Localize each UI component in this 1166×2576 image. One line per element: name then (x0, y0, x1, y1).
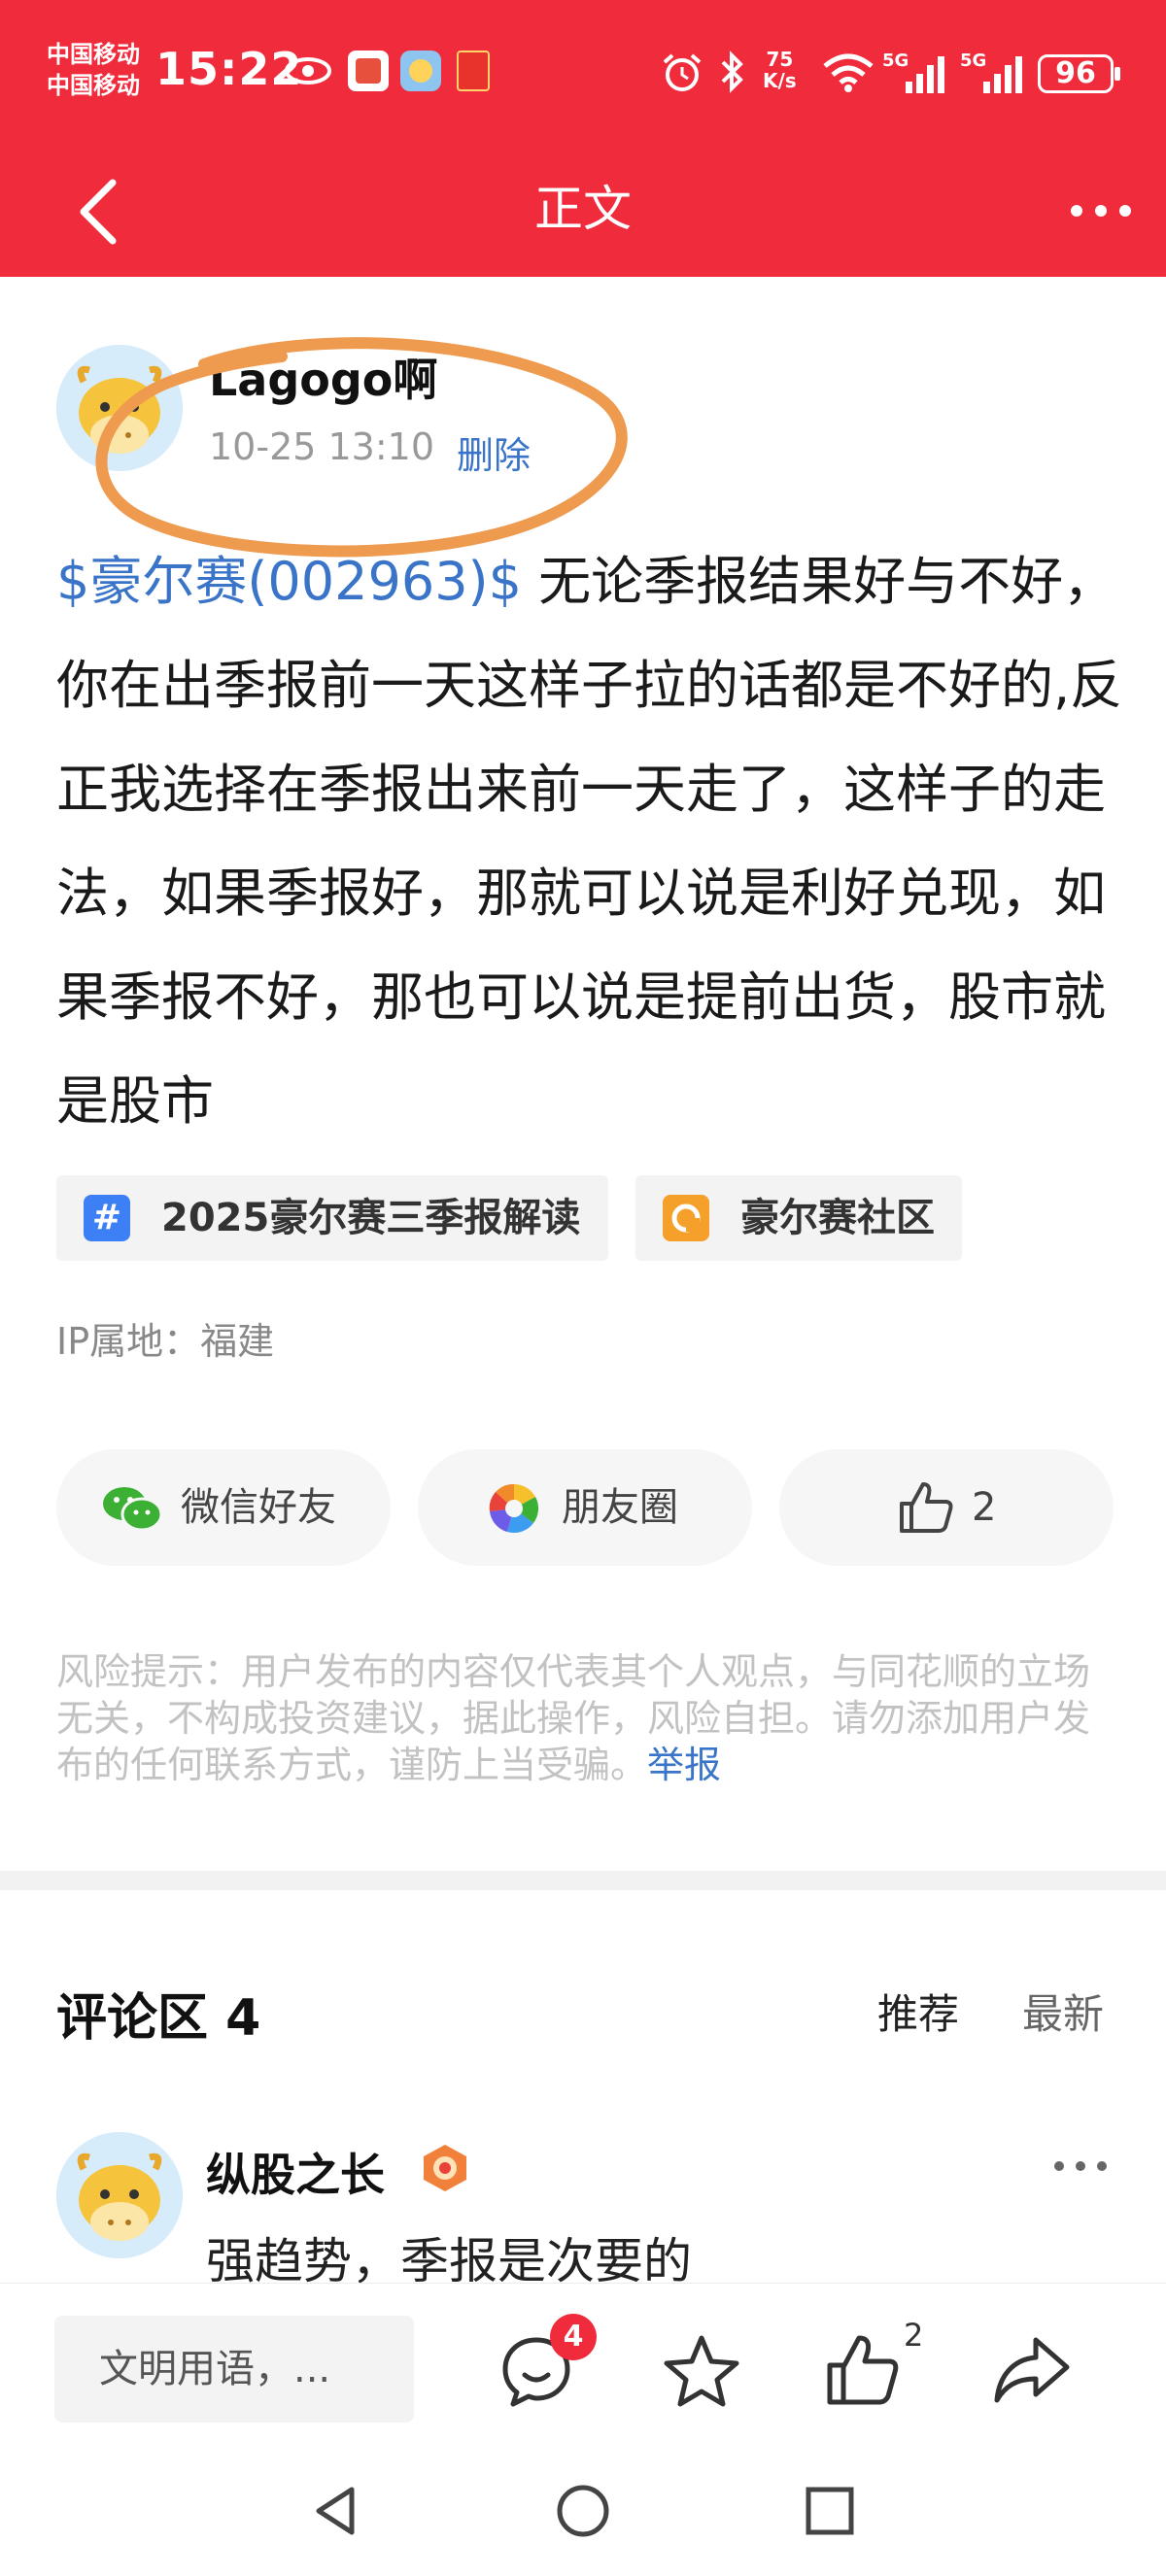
community-tag[interactable]: 豪尔赛社区 (635, 1175, 962, 1261)
signal-strength-2-icon (983, 56, 1022, 93)
like-count: 2 (972, 1485, 997, 1530)
toolbar-like-count: 2 (904, 2317, 924, 2354)
section-divider (0, 1871, 1166, 1890)
eye-icon (285, 57, 331, 85)
share-moments-label: 朋友圈 (562, 1485, 678, 1530)
like-button[interactable]: 2 (779, 1449, 1114, 1566)
topic-tag[interactable]: # 2025豪尔赛三季报解读 (56, 1175, 608, 1261)
share-moments-button[interactable]: 朋友圈 (418, 1449, 752, 1566)
sort-recommend-tab[interactable]: 推荐 (877, 1982, 959, 2041)
stock-link[interactable]: $豪尔赛(002963)$ (56, 551, 522, 612)
red-packet-icon (457, 51, 490, 91)
favorite-star-icon[interactable] (663, 2332, 740, 2410)
cow-avatar-icon (56, 345, 183, 471)
moments-icon (489, 1483, 539, 1533)
author-name[interactable]: Lagogo啊 (209, 345, 437, 409)
nav-bar: 正文 (0, 146, 1166, 277)
risk-warning-text: 风险提示：用户发布的内容仅代表其个人观点，与同花顺的立场无关，不构成投资建议，据… (56, 1650, 1091, 1786)
report-link[interactable]: 举报 (647, 1744, 721, 1786)
comments-title: 评论区 4 (56, 1989, 261, 2048)
carrier-1: 中国移动 (47, 41, 140, 68)
alarm-icon (663, 53, 702, 91)
app-notification-icon (348, 51, 389, 91)
hashtag-icon: # (84, 1195, 130, 1241)
battery-indicator: 96 (1038, 54, 1120, 93)
post-time: 10-25 13:10 (209, 425, 435, 468)
carrier-2: 中国移动 (47, 72, 140, 99)
commenter-name[interactable]: 纵股之长 (206, 2140, 385, 2204)
net-speed-value: 75 (766, 48, 794, 71)
net-speed: 75 K/s (763, 49, 797, 91)
community-icon (663, 1195, 709, 1241)
risk-warning: 风险提示：用户发布的内容仅代表其个人观点，与同花顺的立场无关，不构成投资建议，据… (56, 1648, 1115, 1788)
system-recents-icon[interactable] (801, 2482, 859, 2540)
post-body: $豪尔赛(002963)$ 无论季报结果好与不好，你在出季报前一天这样子拉的话都… (56, 529, 1125, 1153)
author-avatar[interactable] (56, 345, 183, 471)
commenter-avatar[interactable] (56, 2132, 183, 2258)
post-text: 无论季报结果好与不好，你在出季报前一天这样子拉的话都是不好的,反正我选择在季报出… (56, 551, 1123, 1132)
comment-count-badge: 4 (550, 2314, 597, 2360)
ip-location: IP属地：福建 (56, 1320, 275, 1363)
share-arrow-icon[interactable] (993, 2332, 1071, 2410)
signal-strength-1-icon (906, 56, 944, 93)
weather-app-icon (400, 51, 441, 91)
carrier-labels: 中国移动 中国移动 (47, 39, 140, 101)
status-bar: 中国移动 中国移动 15:22 75 K/s 5G 5G 96 (0, 0, 1166, 146)
thumbs-up-icon[interactable] (824, 2332, 902, 2410)
delete-link[interactable]: 删除 (457, 425, 531, 479)
cow-avatar-icon (56, 2132, 183, 2258)
more-options-icon[interactable] (1067, 186, 1135, 235)
wifi-icon (823, 53, 874, 92)
share-wechat-button[interactable]: 微信好友 (56, 1449, 391, 1566)
system-home-icon[interactable] (554, 2482, 612, 2540)
share-wechat-label: 微信好友 (181, 1485, 336, 1530)
net-speed-unit: K/s (763, 69, 797, 92)
system-navigation-bar (0, 2453, 1166, 2576)
comment-input[interactable]: 文明用语，... (54, 2316, 414, 2423)
user-level-badge-icon (424, 2145, 466, 2191)
comment-more-icon[interactable] (1051, 2147, 1110, 2186)
community-tag-label: 豪尔赛社区 (740, 1196, 935, 1240)
wechat-icon (103, 1487, 163, 1532)
bottom-toolbar: 文明用语，... (0, 2283, 1166, 2453)
screen: 中国移动 中国移动 15:22 75 K/s 5G 5G 96 正文 Lagog… (0, 0, 1166, 2576)
status-time: 15:22 (155, 43, 303, 95)
page-title: 正文 (534, 181, 632, 237)
bluetooth-icon (721, 51, 743, 93)
thumbs-up-icon (900, 1482, 953, 1533)
system-back-icon[interactable] (307, 2482, 365, 2540)
topic-tag-label: 2025豪尔赛三季报解读 (161, 1196, 581, 1240)
sort-latest-tab[interactable]: 最新 (1022, 1982, 1104, 2041)
